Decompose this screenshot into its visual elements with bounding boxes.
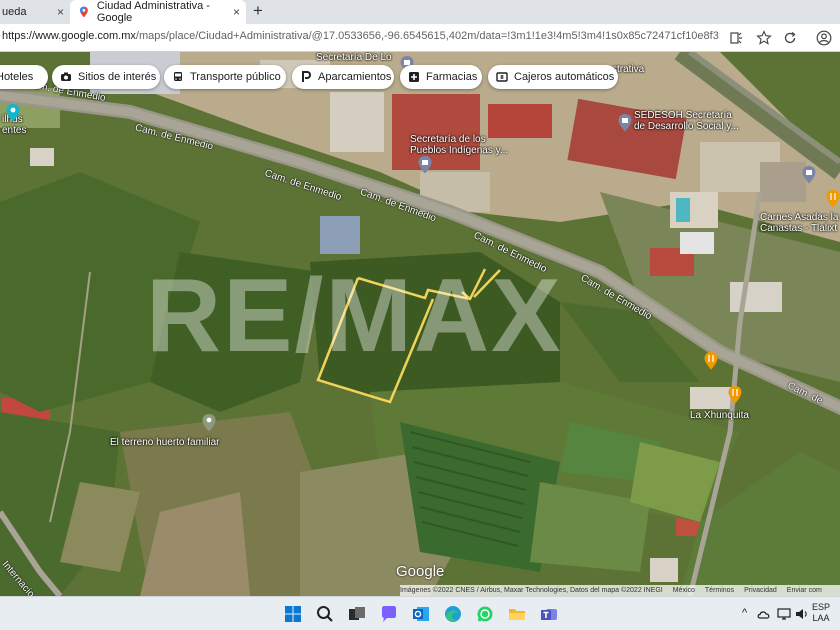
google-maps-icon bbox=[79, 6, 88, 18]
file-explorer-icon[interactable] bbox=[507, 604, 527, 624]
chip-pharmacies[interactable]: Farmacias bbox=[400, 65, 482, 89]
google-logo: Google bbox=[396, 563, 445, 580]
place-label-line: Canastas - Tlalixt bbox=[760, 223, 838, 234]
place-pin-icon[interactable] bbox=[202, 414, 216, 432]
whatsapp-icon[interactable] bbox=[475, 604, 495, 624]
chip-points-of-interest[interactable]: Sitios de interés bbox=[52, 65, 160, 89]
layout-code: LAA bbox=[812, 613, 830, 623]
imagery-credit: Imágenes ©2022 CNES / Airbus, Maxar Tech… bbox=[400, 587, 663, 594]
chip-label: Hoteles bbox=[0, 71, 34, 83]
place-label-line: entes bbox=[2, 125, 27, 136]
profile-icon[interactable] bbox=[816, 30, 832, 46]
place-label[interactable]: El terreno huerto familiar bbox=[110, 437, 220, 448]
chip-hotels[interactable]: Hoteles bbox=[0, 65, 48, 89]
url-domain: https://www.google.com.mx bbox=[2, 30, 136, 42]
place-label-line: Secretaría de los bbox=[410, 134, 486, 145]
tab-label: ueda bbox=[2, 6, 27, 18]
close-tab-icon[interactable]: × bbox=[233, 5, 240, 19]
atm-icon bbox=[496, 72, 508, 82]
outlook-icon[interactable] bbox=[411, 604, 431, 624]
address-bar: https://www.google.com.mx/maps/place/Ciu… bbox=[0, 24, 840, 52]
remax-watermark: RE/MAX bbox=[146, 258, 563, 374]
url-path: /maps/place/Ciudad+Administrativa/@17.05… bbox=[135, 30, 720, 42]
send-feedback-link[interactable]: Enviar com bbox=[787, 587, 822, 594]
search-icon[interactable] bbox=[315, 604, 335, 624]
restaurant-pin-icon[interactable] bbox=[728, 386, 742, 404]
windows-taskbar: ^ ESP LAA bbox=[0, 596, 840, 630]
new-tab-button[interactable]: + bbox=[248, 1, 268, 21]
edge-icon[interactable] bbox=[443, 604, 463, 624]
map-attribution-bar: Imágenes ©2022 CNES / Airbus, Maxar Tech… bbox=[400, 585, 840, 596]
pharmacy-icon bbox=[409, 72, 419, 82]
government-pin-icon[interactable] bbox=[802, 166, 816, 184]
bus-icon bbox=[174, 72, 182, 81]
camera-icon bbox=[61, 72, 71, 81]
windows-start-icon[interactable] bbox=[283, 604, 303, 624]
chip-atms[interactable]: Cajeros automáticos bbox=[488, 65, 618, 89]
network-icon[interactable] bbox=[776, 606, 792, 622]
chip-label: Transporte público bbox=[190, 71, 281, 83]
privacy-link[interactable]: Privacidad bbox=[744, 587, 777, 594]
teams-icon[interactable] bbox=[539, 604, 559, 624]
place-label[interactable]: Secretaría de los Pueblos Indígenas y... bbox=[410, 134, 508, 156]
country-link[interactable]: México bbox=[673, 587, 695, 594]
chip-label: Farmacias bbox=[426, 71, 478, 83]
task-view-icon[interactable] bbox=[347, 604, 367, 624]
restaurant-pin-icon[interactable] bbox=[826, 190, 840, 208]
place-label[interactable]: SEDESOH Secretaría de Desarrollo Social … bbox=[634, 110, 739, 132]
place-label-line: Carnes Asadas la bbox=[760, 212, 839, 223]
favorite-star-icon[interactable] bbox=[756, 30, 772, 46]
tray-overflow-caret[interactable]: ^ bbox=[742, 607, 747, 619]
tab-label: Ciudad Administrativa - Google bbox=[96, 0, 210, 24]
government-pin-icon[interactable] bbox=[618, 114, 632, 132]
chip-parking[interactable]: Aparcamientos bbox=[292, 65, 394, 89]
place-label[interactable]: Carnes Asadas la Canastas - Tlalixt bbox=[760, 212, 838, 234]
satellite-map-view[interactable]: Cam. de Enmedio Cam. de Enmedio Cam. de … bbox=[0, 52, 840, 596]
tab-google-maps[interactable]: Ciudad Administrativa - Google × bbox=[70, 0, 246, 24]
input-language-indicator[interactable]: ESP LAA bbox=[812, 602, 830, 624]
language-code: ESP bbox=[812, 602, 831, 612]
place-pin-icon[interactable] bbox=[6, 104, 20, 122]
volume-icon[interactable] bbox=[794, 606, 810, 622]
government-pin-icon[interactable] bbox=[418, 156, 432, 174]
chat-icon[interactable] bbox=[379, 604, 399, 624]
terms-link[interactable]: Términos bbox=[705, 587, 734, 594]
tab-search[interactable]: ueda × bbox=[0, 0, 70, 24]
place-label-line: SEDESOH Secretaría bbox=[634, 110, 732, 121]
chip-label: Cajeros automáticos bbox=[514, 71, 615, 83]
url-field[interactable]: https://www.google.com.mx/maps/place/Ciu… bbox=[2, 30, 720, 42]
parking-icon bbox=[302, 71, 312, 82]
chip-public-transport[interactable]: Transporte público bbox=[164, 65, 286, 89]
chip-label: Sitios de interés bbox=[78, 71, 157, 83]
place-label[interactable]: La Xhunquita bbox=[690, 410, 749, 421]
place-label-line: de Desarrollo Social y... bbox=[634, 121, 739, 132]
read-aloud-icon[interactable] bbox=[728, 30, 744, 46]
refresh-icon[interactable] bbox=[782, 30, 798, 46]
place-label[interactable]: Secretaría De Lo bbox=[316, 52, 392, 63]
close-tab-icon[interactable]: × bbox=[57, 5, 64, 19]
restaurant-pin-icon[interactable] bbox=[704, 352, 718, 370]
cloud-icon[interactable] bbox=[756, 606, 772, 622]
chip-label: Aparcamientos bbox=[318, 71, 392, 83]
browser-tab-strip: ueda × Ciudad Administrativa - Google × … bbox=[0, 0, 840, 24]
place-label-line: Pueblos Indígenas y... bbox=[410, 145, 509, 156]
